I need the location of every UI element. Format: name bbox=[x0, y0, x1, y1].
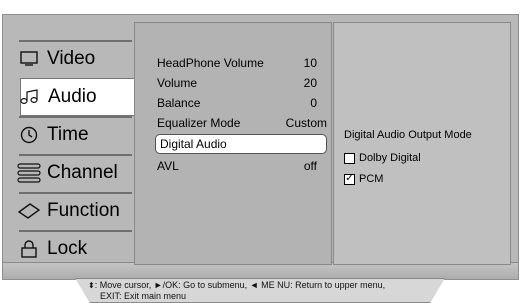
menu-item-balance[interactable]: Balance 0 bbox=[157, 93, 327, 113]
lock-icon bbox=[11, 240, 47, 258]
menu-item-label: AVL bbox=[157, 159, 179, 173]
function-icon bbox=[11, 203, 47, 219]
option-label: Dolby Digital bbox=[359, 152, 421, 164]
divider bbox=[19, 154, 132, 156]
clock-icon bbox=[11, 126, 47, 144]
divider bbox=[19, 230, 132, 232]
help-text-1: : Move cursor, ►/OK: Go to submenu, ◄ ME… bbox=[94, 280, 386, 290]
checkbox-checked-icon[interactable]: ✓ bbox=[344, 173, 355, 185]
category-label: Function bbox=[47, 200, 120, 221]
help-line-2: EXIT: Exit main menu bbox=[100, 291, 187, 301]
category-label: Channel bbox=[47, 162, 118, 183]
menu-item-label: Balance bbox=[157, 96, 201, 110]
audio-submenu: HeadPhone Volume 10 Volume 20 Balance 0 … bbox=[134, 22, 332, 265]
menu-item-value: 10 bbox=[303, 56, 317, 70]
help-line-1: ⬍: Move cursor, ►/OK: Go to submenu, ◄ M… bbox=[88, 280, 385, 291]
category-label: Lock bbox=[47, 238, 88, 259]
category-label: Audio bbox=[48, 86, 97, 107]
menu-item-equalizer-mode[interactable]: Equalizer Mode Custom bbox=[157, 113, 327, 133]
menu-item-headphone-volume[interactable]: HeadPhone Volume 10 bbox=[157, 53, 327, 73]
menu-item-label: Equalizer Mode bbox=[157, 116, 241, 130]
category-label: Video bbox=[47, 48, 96, 69]
digital-audio-detail-panel: Digital Audio Output Mode Dolby Digital … bbox=[333, 22, 511, 265]
category-lock[interactable]: Lock bbox=[11, 230, 134, 268]
divider bbox=[19, 40, 132, 42]
checkbox-unchecked-icon[interactable] bbox=[344, 152, 355, 164]
option-label: PCM bbox=[359, 173, 384, 185]
menu-item-digital-audio[interactable]: Digital Audio bbox=[155, 134, 327, 154]
option-pcm[interactable]: ✓ PCM bbox=[344, 173, 383, 185]
channel-icon bbox=[11, 163, 47, 183]
category-function[interactable]: Function bbox=[11, 192, 134, 230]
divider bbox=[19, 192, 132, 194]
menu-item-avl[interactable]: AVL off bbox=[157, 156, 327, 176]
category-audio[interactable]: Audio bbox=[20, 78, 145, 116]
divider bbox=[19, 116, 132, 118]
category-time[interactable]: Time bbox=[11, 116, 134, 154]
category-video[interactable]: Video bbox=[11, 40, 134, 78]
category-menu: Video Audio Time Channel Function Lock bbox=[11, 22, 145, 268]
menu-item-label: HeadPhone Volume bbox=[157, 56, 264, 70]
menu-item-value: Custom bbox=[285, 116, 327, 130]
menu-item-volume[interactable]: Volume 20 bbox=[157, 73, 327, 93]
category-label: Time bbox=[47, 124, 89, 145]
music-note-icon bbox=[12, 89, 48, 105]
option-dolby-digital[interactable]: Dolby Digital bbox=[344, 152, 421, 164]
menu-item-value: 0 bbox=[310, 96, 317, 110]
category-channel[interactable]: Channel bbox=[11, 154, 134, 192]
menu-item-value: 20 bbox=[303, 76, 317, 90]
monitor-icon bbox=[11, 51, 47, 67]
up-down-arrow-icon: ⬍ bbox=[88, 281, 95, 290]
detail-title: Digital Audio Output Mode bbox=[344, 129, 472, 141]
menu-item-label: Digital Audio bbox=[160, 137, 227, 151]
menu-item-value: off bbox=[303, 159, 317, 173]
menu-item-label: Volume bbox=[157, 76, 198, 90]
